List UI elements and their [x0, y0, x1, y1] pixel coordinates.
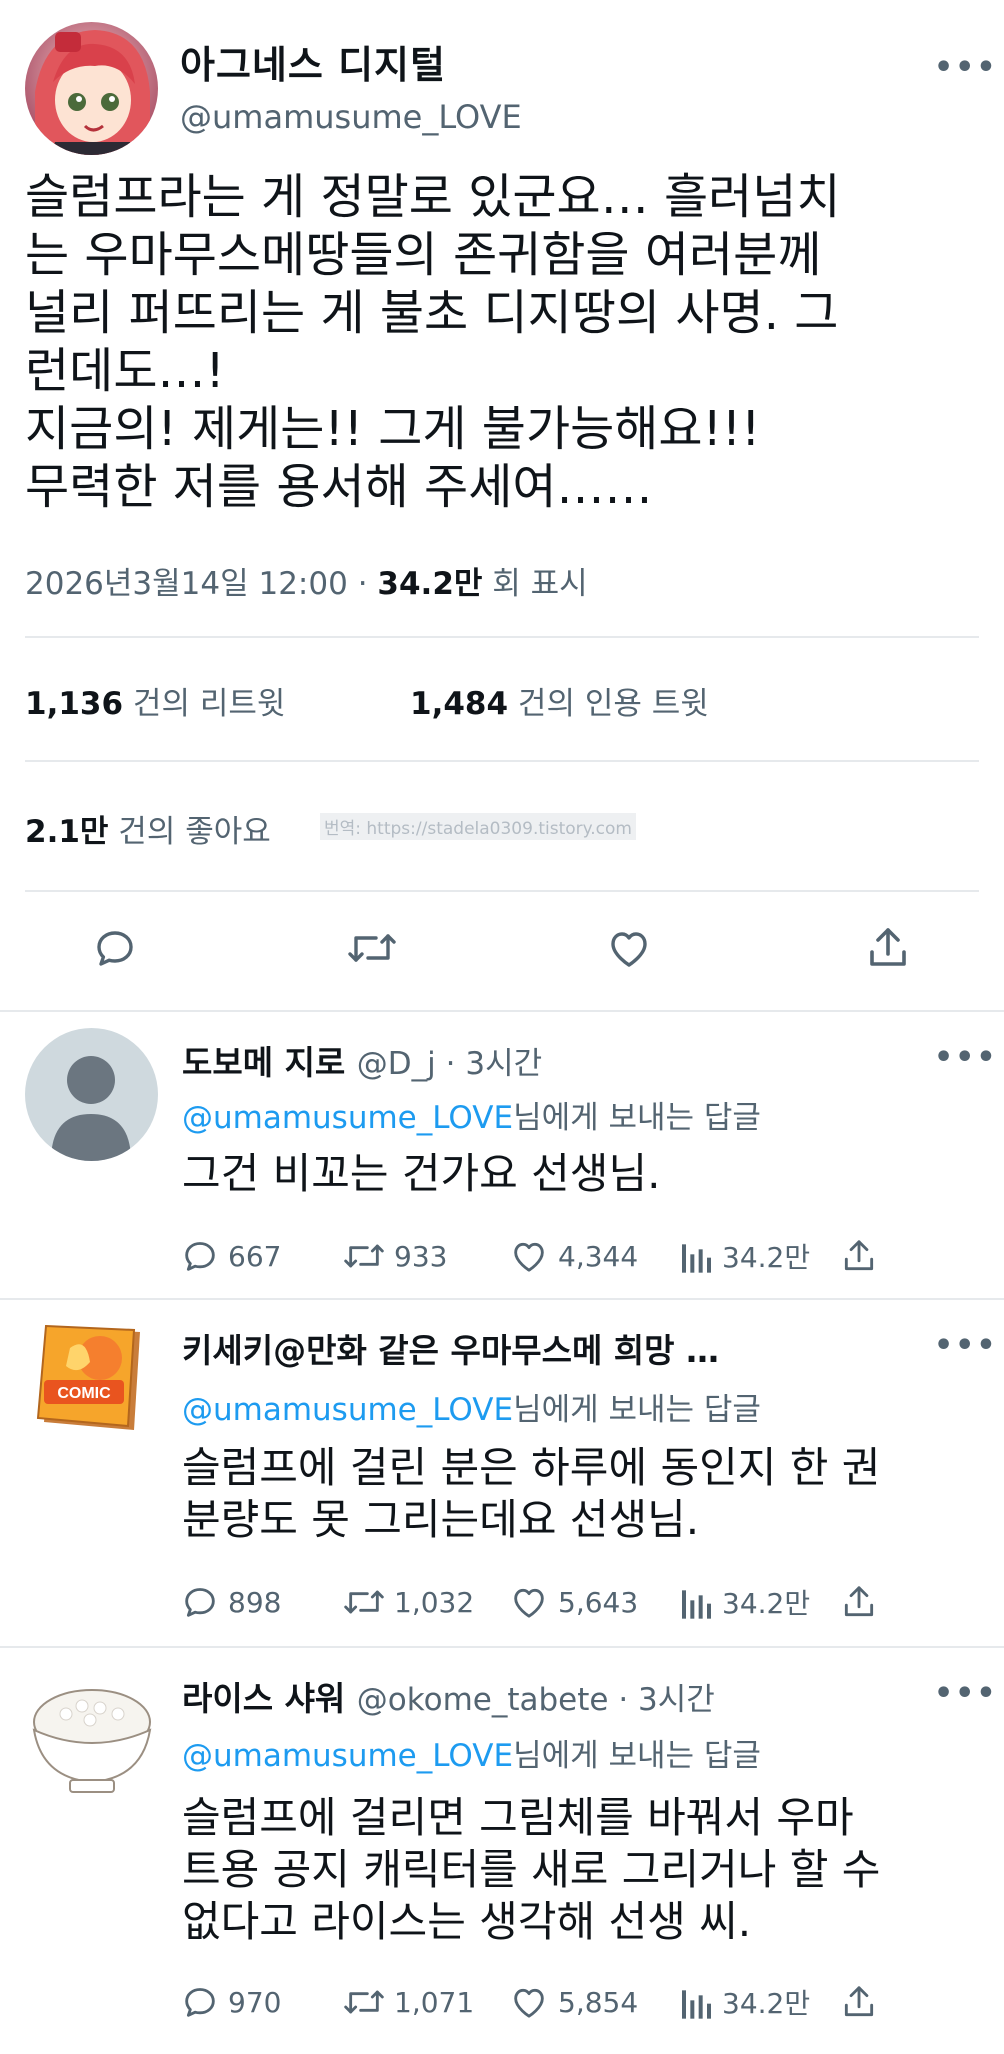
like-icon [514, 1988, 544, 2018]
author-name[interactable]: 아그네스 디지털 [180, 34, 446, 89]
reply-icon [185, 1242, 215, 1271]
reply-retweet-button[interactable]: 1,032 [342, 1582, 474, 1622]
section-divider [0, 1298, 1004, 1300]
reply-views-button[interactable]: 34.2만 [680, 1582, 810, 1622]
section-divider [0, 1646, 1004, 1648]
tweet-date: 2026년3월14일 12:00 [25, 566, 348, 602]
reply-reply-button[interactable]: 667 [180, 1236, 281, 1276]
mention-link[interactable]: @umamusume_LOVE [182, 1100, 513, 1136]
reply-avatar[interactable]: COMIC [30, 1318, 150, 1438]
retweet-count: 1,136 [25, 686, 124, 722]
divider [25, 636, 979, 638]
reply-text: 슬럼프에 걸린 분은 하루에 동인지 한 권 분량도 못 그리는데요 선생님. [182, 1443, 881, 1544]
like-count: 2.1만 [25, 814, 109, 850]
retweet-icon [344, 1990, 384, 2014]
mention-link[interactable]: @umamusume_LOVE [182, 1738, 513, 1774]
share-icon[interactable] [858, 918, 918, 978]
author-handle[interactable]: @umamusume_LOVE [180, 98, 522, 136]
analytics-icon [682, 1990, 711, 2019]
more-options-icon[interactable]: ••• [934, 1328, 998, 1363]
reply-author-name[interactable]: 라이스 샤워 @okome_tabete · 3시간 [182, 1672, 715, 1720]
retweet-icon [344, 1590, 384, 1614]
share-icon [844, 1986, 874, 2017]
reply-views-button[interactable]: 34.2만 [680, 1236, 810, 1276]
reply-like-button[interactable]: 5,643 [508, 1582, 638, 1622]
reply-like-button[interactable]: 5,854 [508, 1982, 638, 2022]
share-icon [844, 1586, 874, 1617]
more-options-icon[interactable]: ••• [934, 1676, 998, 1711]
reply-share-button[interactable] [840, 1582, 886, 1622]
comic-badge: COMIC [57, 1385, 111, 1402]
divider [25, 890, 979, 892]
like-label: 건의 좋아요 [118, 814, 271, 850]
retweet-icon[interactable] [342, 918, 402, 978]
section-divider [0, 1010, 1004, 1012]
quote-count: 1,484 [410, 686, 509, 722]
translation-watermark: 번역: https://stadela0309.tistory.com [320, 813, 636, 840]
share-icon [844, 1240, 874, 1271]
quote-stat[interactable]: 1,484 건의 인용 트윗 [410, 678, 709, 723]
reply-author-name[interactable]: 키세키@만화 같은 우마무스메 희망 … [182, 1324, 719, 1372]
reply-reply-button[interactable]: 898 [180, 1582, 281, 1622]
like-icon [514, 1242, 544, 1272]
tweet-text: 슬럼프라는 게 정말로 있군요… 흘러넘치 는 우마무스메땅들의 존귀함을 여러… [25, 169, 841, 515]
reply-avatar[interactable] [25, 1028, 158, 1161]
reply-text: 그건 비꼬는 건가요 선생님. [182, 1149, 661, 1198]
reply-retweet-button[interactable]: 1,071 [342, 1982, 474, 2022]
reply-share-button[interactable] [840, 1982, 886, 2022]
reply-author-handle[interactable]: @okome_tabete · 3시간 [357, 1682, 715, 1718]
reply-to-line: @umamusume_LOVE님에게 보내는 답글 [182, 1738, 761, 1774]
reply-author-name[interactable]: 도보메 지로 @D_j · 3시간 [182, 1036, 542, 1084]
reply-icon [185, 1988, 215, 2017]
analytics-icon [682, 1244, 711, 1273]
divider [25, 760, 979, 762]
retweet-stat[interactable]: 1,136 건의 리트윗 [25, 678, 285, 723]
like-icon [514, 1588, 544, 1618]
reply-retweet-button[interactable]: 933 [342, 1236, 447, 1276]
author-avatar[interactable] [25, 22, 158, 155]
tweet-meta: 2026년3월14일 12:00 · 34.2만 회 표시 [25, 558, 588, 603]
quote-label: 건의 인용 트윗 [517, 686, 709, 722]
reply-author-handle[interactable]: @D_j · 3시간 [357, 1046, 542, 1082]
reply-share-button[interactable] [840, 1236, 886, 1276]
like-icon[interactable] [599, 918, 659, 978]
mention-link[interactable]: @umamusume_LOVE [182, 1392, 513, 1428]
views-count: 34.2만 [377, 566, 483, 602]
views-label: 회 표시 [492, 566, 588, 602]
meta-separator: · [357, 566, 368, 602]
more-options-icon[interactable]: ••• [934, 50, 998, 85]
reply-text: 슬럼프에 걸리면 그림체를 바꿔서 우마 트용 공지 캐릭터를 새로 그리거나 … [182, 1793, 881, 1946]
more-options-icon[interactable]: ••• [934, 1040, 998, 1075]
reply-views-button[interactable]: 34.2만 [680, 1982, 810, 2022]
reply-like-button[interactable]: 4,344 [508, 1236, 638, 1276]
reply-to-line: @umamusume_LOVE님에게 보내는 답글 [182, 1392, 761, 1428]
reply-avatar[interactable] [26, 1670, 158, 1802]
analytics-icon [682, 1590, 711, 1619]
retweet-icon [344, 1244, 384, 1268]
retweet-label: 건의 리트윗 [132, 686, 286, 722]
reply-reply-button[interactable]: 970 [180, 1982, 281, 2022]
reply-to-line: @umamusume_LOVE님에게 보내는 답글 [182, 1100, 761, 1136]
reply-icon[interactable] [85, 918, 145, 978]
like-stat[interactable]: 2.1만 건의 좋아요 [25, 806, 271, 851]
reply-icon [185, 1588, 215, 1617]
